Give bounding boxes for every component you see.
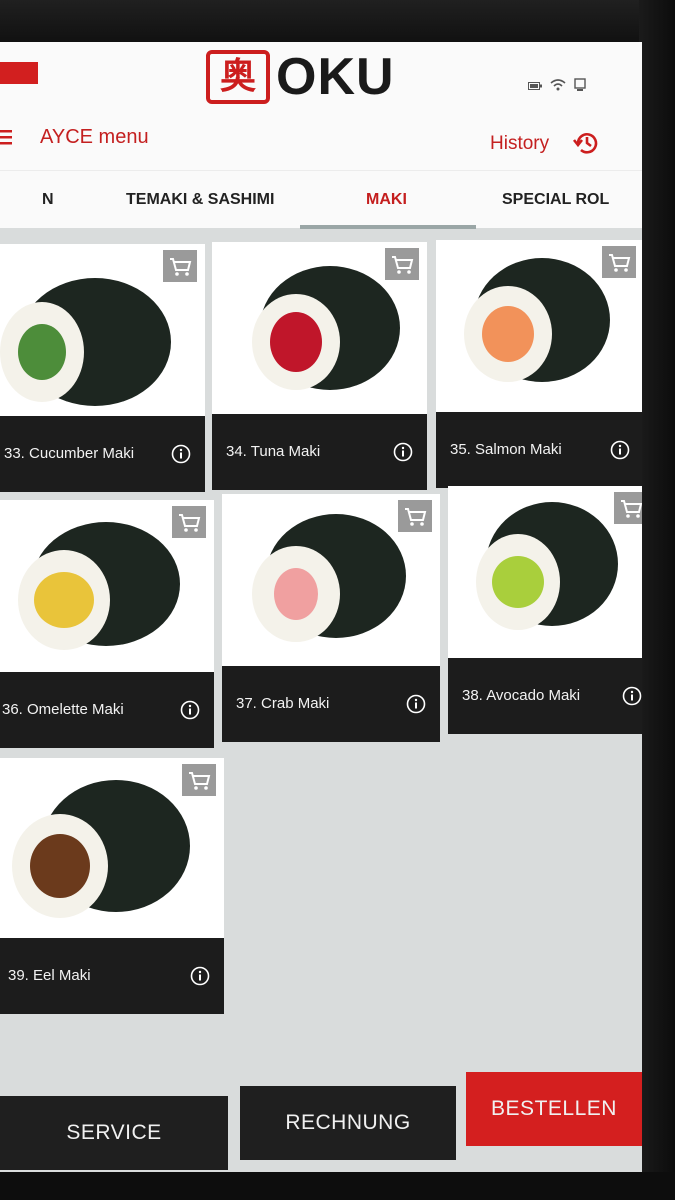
item-label: 35. Salmon Maki [450, 441, 562, 458]
item-label: 33. Cucumber Maki [4, 445, 135, 462]
item-caption: 38. Avocado Maki [448, 658, 642, 734]
info-icon[interactable] [171, 444, 191, 464]
tab-maki[interactable]: MAKI [366, 191, 407, 209]
oku-logo: 奥 OKU [206, 50, 395, 104]
bestellen-button[interactable]: BESTELLEN [466, 1072, 642, 1146]
device-bezel-bottom [0, 1172, 675, 1200]
red-indicator [0, 62, 38, 84]
item-caption: 36. Omelette Maki [0, 672, 214, 748]
info-icon[interactable] [190, 966, 210, 986]
tab-temaki-sashimi[interactable]: TEMAKI & SASHIMI [126, 191, 274, 209]
history-link[interactable]: History [490, 133, 549, 155]
item-caption: 35. Salmon Maki [436, 412, 642, 488]
item-label: 39. Eel Maki [8, 967, 91, 984]
category-tabs: N TEMAKI & SASHIMI MAKI SPECIAL ROL [0, 170, 642, 229]
item-image [212, 242, 427, 414]
add-to-cart-button[interactable] [163, 250, 197, 282]
info-icon[interactable] [622, 686, 642, 706]
item-image [0, 758, 224, 938]
item-caption: 37. Crab Maki [222, 666, 440, 742]
active-tab-indicator [300, 225, 476, 229]
bottom-action-bar: SERVICE RECHNUNG BESTELLEN [0, 1072, 642, 1172]
item-label: 34. Tuna Maki [226, 443, 321, 460]
device-bezel-right [639, 0, 675, 1200]
status-bar [528, 78, 586, 95]
add-to-cart-button[interactable] [172, 506, 206, 538]
service-button[interactable]: SERVICE [0, 1096, 228, 1170]
item-image [0, 500, 214, 672]
rechnung-button[interactable]: RECHNUNG [240, 1086, 456, 1160]
add-to-cart-button[interactable] [398, 500, 432, 532]
item-label: 37. Crab Maki [236, 695, 330, 712]
item-image [222, 494, 440, 666]
item-caption: 39. Eel Maki [0, 938, 224, 1014]
tablet-screen: 奥 OKU AYCE menu History N TEMAKI & SASHI… [0, 42, 642, 1172]
wifi-icon [550, 78, 566, 95]
item-image [448, 486, 642, 658]
logo-mark: 奥 [206, 50, 270, 104]
tab-n[interactable]: N [42, 191, 54, 209]
app-header: 奥 OKU AYCE menu History [0, 42, 642, 170]
item-label: 36. Omelette Maki [2, 701, 124, 718]
item-caption: 34. Tuna Maki [212, 414, 427, 490]
device-bezel-top [0, 0, 675, 42]
info-icon[interactable] [393, 442, 413, 462]
add-to-cart-button[interactable] [182, 764, 216, 796]
battery-icon [528, 78, 542, 95]
device-icon [574, 78, 586, 95]
info-icon[interactable] [610, 440, 630, 460]
ayce-menu-title[interactable]: AYCE menu [40, 126, 149, 149]
add-to-cart-button[interactable] [602, 246, 636, 278]
tab-special-rolls[interactable]: SPECIAL ROL [502, 191, 609, 209]
add-to-cart-button[interactable] [385, 248, 419, 280]
item-image [0, 244, 205, 416]
item-label: 38. Avocado Maki [462, 687, 581, 704]
history-icon[interactable] [572, 128, 602, 158]
item-caption: 33. Cucumber Maki [0, 416, 205, 492]
add-to-cart-button[interactable] [614, 492, 642, 524]
logo-text: OKU [276, 48, 395, 106]
hamburger-menu-icon[interactable] [0, 128, 12, 149]
info-icon[interactable] [180, 700, 200, 720]
item-image [436, 240, 642, 412]
info-icon[interactable] [406, 694, 426, 714]
